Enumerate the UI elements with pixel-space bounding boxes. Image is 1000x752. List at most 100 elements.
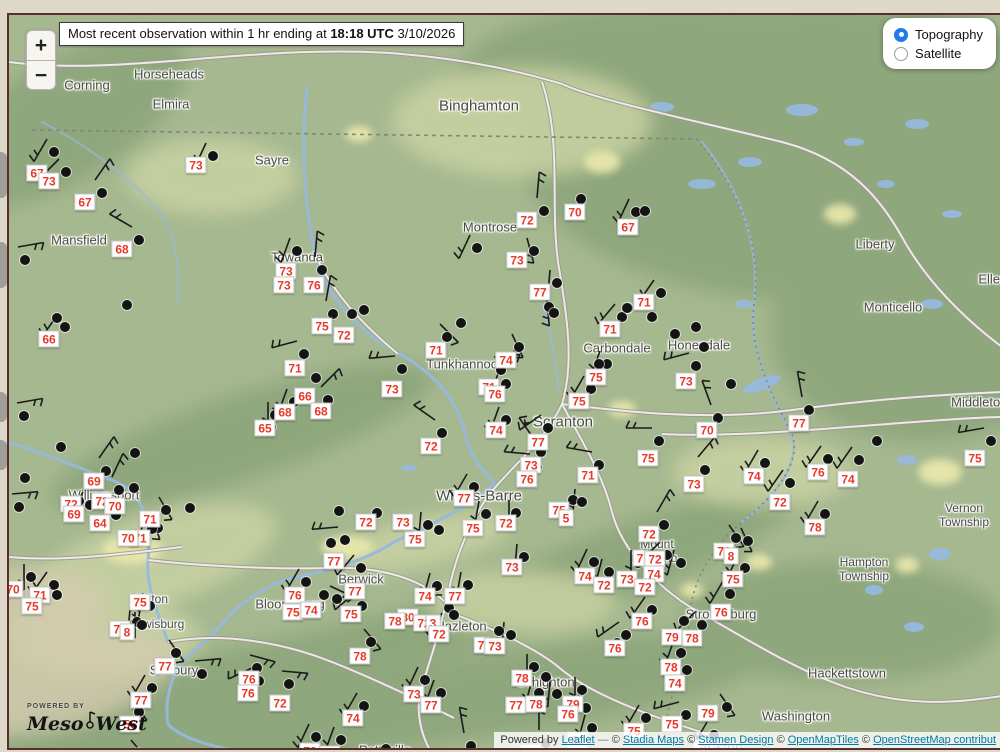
- station-dot[interactable]: [514, 342, 524, 352]
- station-temp-label[interactable]: 70: [696, 422, 717, 439]
- station-dot[interactable]: [466, 741, 476, 750]
- station-temp-label[interactable]: 68: [310, 403, 331, 420]
- station-temp-label[interactable]: 79: [661, 629, 682, 646]
- station-dot[interactable]: [986, 436, 996, 446]
- station-dot[interactable]: [449, 610, 459, 620]
- station-temp-label[interactable]: 73: [273, 277, 294, 294]
- station-temp-label[interactable]: 71: [425, 342, 446, 359]
- layer-option-topography[interactable]: Topography: [894, 27, 983, 42]
- station-temp-label[interactable]: 77: [344, 583, 365, 600]
- station-temp-label[interactable]: 75: [462, 520, 483, 537]
- station-dot[interactable]: [347, 309, 357, 319]
- station-dot[interactable]: [284, 679, 294, 689]
- station-temp-label[interactable]: 70: [7, 581, 24, 598]
- station-temp-label[interactable]: 69: [63, 506, 84, 523]
- station-temp-label[interactable]: 70: [564, 204, 585, 221]
- station-dot[interactable]: [691, 361, 701, 371]
- station-dot[interactable]: [676, 648, 686, 658]
- station-temp-label[interactable]: 73: [683, 476, 704, 493]
- station-temp-label[interactable]: 65: [254, 420, 275, 437]
- station-dot[interactable]: [743, 536, 753, 546]
- station-dot[interactable]: [541, 672, 551, 682]
- station-temp-label[interactable]: 75: [340, 606, 361, 623]
- station-temp-label[interactable]: 73: [501, 559, 522, 576]
- station-temp-label[interactable]: 77: [453, 490, 474, 507]
- station-dot[interactable]: [722, 702, 732, 712]
- station-temp-label[interactable]: 75: [129, 594, 150, 611]
- station-temp-label[interactable]: 74: [485, 422, 506, 439]
- station-temp-label[interactable]: 73: [319, 746, 340, 751]
- station-temp-label[interactable]: 75: [21, 598, 42, 615]
- station-dot[interactable]: [61, 167, 71, 177]
- station-dot[interactable]: [682, 665, 692, 675]
- station-dot[interactable]: [130, 448, 140, 458]
- station-dot[interactable]: [589, 557, 599, 567]
- collapsed-panel-tab[interactable]: [0, 242, 7, 288]
- station-dot[interactable]: [20, 473, 30, 483]
- station-dot[interactable]: [656, 288, 666, 298]
- station-dot[interactable]: [366, 637, 376, 647]
- station-temp-label[interactable]: 73: [38, 173, 59, 190]
- collapsed-panel-tab[interactable]: [0, 392, 7, 422]
- station-temp-label[interactable]: 76: [484, 386, 505, 403]
- station-temp-label[interactable]: 78: [349, 648, 370, 665]
- station-temp-label[interactable]: 72: [495, 515, 516, 532]
- station-dot[interactable]: [604, 567, 614, 577]
- station-dot[interactable]: [760, 458, 770, 468]
- station-temp-label[interactable]: 78: [384, 613, 405, 630]
- station-temp-label[interactable]: 77: [505, 697, 526, 714]
- station-dot[interactable]: [292, 246, 302, 256]
- station-temp-label[interactable]: 70: [104, 498, 125, 515]
- station-dot[interactable]: [52, 590, 62, 600]
- station-temp-label[interactable]: 77: [529, 284, 550, 301]
- station-dot[interactable]: [49, 147, 59, 157]
- station-temp-label[interactable]: 70: [117, 530, 138, 547]
- map-canvas[interactable]: CorningHorseheadsElmiraSayreBinghamtonMa…: [7, 13, 1000, 750]
- station-dot[interactable]: [299, 349, 309, 359]
- station-temp-label[interactable]: 72: [593, 577, 614, 594]
- station-temp-label[interactable]: 72: [299, 743, 320, 751]
- station-temp-label[interactable]: 75: [964, 450, 985, 467]
- station-dot[interactable]: [134, 235, 144, 245]
- station-dot[interactable]: [700, 465, 710, 475]
- station-temp-label[interactable]: 76: [807, 464, 828, 481]
- station-dot[interactable]: [647, 312, 657, 322]
- station-temp-label[interactable]: 75: [637, 450, 658, 467]
- station-temp-label[interactable]: 76: [516, 471, 537, 488]
- station-temp-label[interactable]: 5: [559, 510, 574, 527]
- station-temp-label[interactable]: 77: [444, 588, 465, 605]
- station-dot[interactable]: [543, 423, 553, 433]
- attribution-link[interactable]: OpenStreetMap contribut: [873, 734, 996, 746]
- station-dot[interactable]: [679, 616, 689, 626]
- radio-unselected-icon[interactable]: [894, 47, 908, 61]
- station-dot[interactable]: [340, 535, 350, 545]
- station-temp-label[interactable]: 75: [311, 318, 332, 335]
- station-dot[interactable]: [114, 485, 124, 495]
- station-temp-label[interactable]: 74: [414, 588, 435, 605]
- station-dot[interactable]: [60, 322, 70, 332]
- station-dot[interactable]: [691, 322, 701, 332]
- station-dot[interactable]: [185, 503, 195, 513]
- station-temp-label[interactable]: 75: [568, 393, 589, 410]
- station-dot[interactable]: [14, 502, 24, 512]
- station-dot[interactable]: [820, 509, 830, 519]
- station-dot[interactable]: [326, 538, 336, 548]
- station-dot[interactable]: [420, 675, 430, 685]
- station-temp-label[interactable]: 79: [697, 705, 718, 722]
- station-temp-label[interactable]: 73: [392, 514, 413, 531]
- station-dot[interactable]: [332, 594, 342, 604]
- station-temp-label[interactable]: 75: [722, 571, 743, 588]
- station-temp-label[interactable]: 8: [120, 624, 135, 641]
- station-temp-label[interactable]: 76: [557, 706, 578, 723]
- layer-option-satellite[interactable]: Satellite: [894, 46, 983, 61]
- station-temp-label[interactable]: 76: [710, 604, 731, 621]
- station-dot[interactable]: [437, 428, 447, 438]
- station-temp-label[interactable]: 76: [604, 640, 625, 657]
- station-dot[interactable]: [785, 478, 795, 488]
- station-temp-label[interactable]: 72: [516, 212, 537, 229]
- station-dot[interactable]: [334, 506, 344, 516]
- station-temp-label[interactable]: 74: [743, 468, 764, 485]
- station-dot[interactable]: [336, 735, 346, 745]
- collapsed-panel-tab[interactable]: [0, 152, 7, 198]
- station-dot[interactable]: [731, 533, 741, 543]
